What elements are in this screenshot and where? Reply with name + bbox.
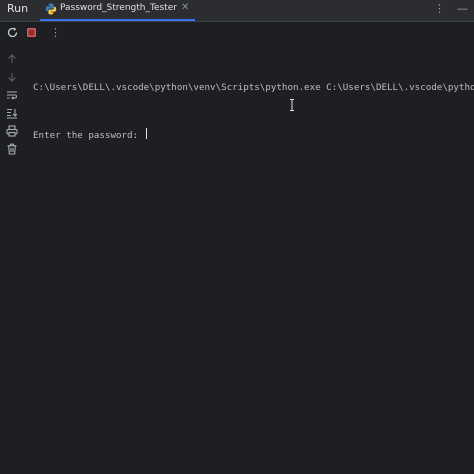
python-icon [45, 3, 57, 15]
run-tool-window: Run Password_Strength_Tester ✕ ⋮ — ⋮ C:\… [0, 0, 474, 474]
console-output[interactable]: C:\Users\DELL\.vscode\python\venv\Script… [33, 48, 474, 176]
header-actions: ⋮ — [434, 2, 468, 15]
rerun-icon[interactable] [6, 26, 19, 39]
ibeam-cursor-icon [290, 99, 294, 111]
arrow-down-icon[interactable] [6, 71, 18, 83]
trash-icon[interactable] [6, 143, 18, 155]
password-prompt: Enter the password: [33, 130, 144, 141]
console-input-line[interactable]: Enter the password: [33, 128, 474, 144]
more-actions-icon[interactable]: ⋮ [50, 26, 61, 39]
soft-wrap-icon[interactable] [6, 89, 18, 101]
text-caret [145, 128, 147, 139]
minimize-icon[interactable]: — [457, 2, 468, 15]
console-command-line: C:\Users\DELL\.vscode\python\venv\Script… [33, 82, 474, 93]
stop-icon[interactable] [25, 26, 38, 39]
close-icon[interactable]: ✕ [181, 2, 189, 13]
tool-window-title: Run [7, 2, 29, 15]
more-options-icon[interactable]: ⋮ [434, 2, 445, 15]
arrow-up-icon[interactable] [6, 53, 18, 65]
tab-password-strength-tester[interactable]: Password_Strength_Tester ✕ [40, 0, 195, 21]
scroll-to-end-icon[interactable] [6, 107, 18, 119]
run-toolbar: ⋮ [0, 22, 474, 44]
tab-label: Password_Strength_Tester [60, 3, 177, 13]
console-side-toolbar [0, 46, 24, 474]
print-icon[interactable] [6, 125, 18, 137]
tool-window-header: Run Password_Strength_Tester ✕ ⋮ — [0, 0, 474, 22]
